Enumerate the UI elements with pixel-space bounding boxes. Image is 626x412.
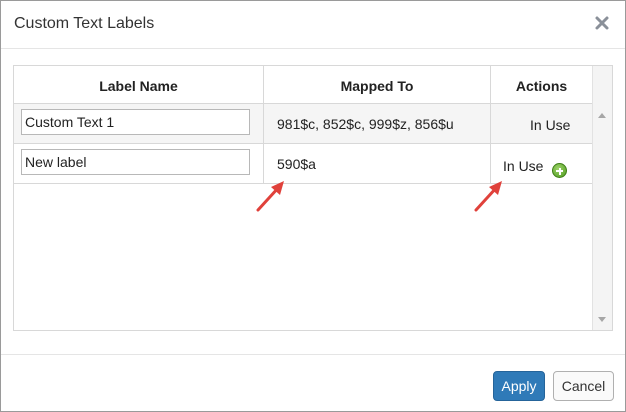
label-name-input[interactable] bbox=[21, 109, 250, 135]
table-row: 981$c, 852$c, 999$z, 856$u In Use bbox=[14, 104, 593, 144]
close-icon[interactable] bbox=[593, 14, 611, 32]
dialog-title-bar: Custom Text Labels bbox=[1, 1, 625, 49]
vertical-scrollbar[interactable] bbox=[592, 66, 612, 330]
mapped-to-cell: 981$c, 852$c, 999$z, 856$u bbox=[264, 104, 491, 144]
labels-grid: Label Name Mapped To Actions 981$c, 852$… bbox=[13, 65, 613, 331]
add-circle-icon[interactable] bbox=[552, 163, 567, 178]
in-use-status: In Use bbox=[503, 158, 544, 174]
column-header-label-name[interactable]: Label Name bbox=[14, 66, 264, 104]
label-name-input[interactable] bbox=[21, 149, 250, 175]
mapped-to-value: 590$a bbox=[277, 156, 316, 172]
cancel-button[interactable]: Cancel bbox=[553, 371, 614, 401]
mapped-to-value: 981$c, 852$c, 999$z, 856$u bbox=[277, 116, 454, 132]
apply-button[interactable]: Apply bbox=[493, 371, 545, 401]
in-use-status: In Use bbox=[530, 117, 571, 133]
column-header-mapped-to[interactable]: Mapped To bbox=[264, 66, 491, 104]
red-arrow-icon bbox=[474, 181, 502, 212]
dialog-title: Custom Text Labels bbox=[14, 15, 155, 32]
column-header-actions[interactable]: Actions bbox=[491, 66, 593, 104]
custom-text-labels-dialog: Custom Text Labels Label Name Mapped To … bbox=[0, 0, 626, 412]
label-name-cell bbox=[14, 144, 264, 184]
mapped-to-cell: 590$a bbox=[264, 144, 491, 184]
actions-cell: In Use bbox=[491, 104, 593, 144]
scroll-down-arrow-icon[interactable] bbox=[598, 317, 606, 322]
label-name-cell bbox=[14, 104, 264, 144]
scroll-up-arrow-icon[interactable] bbox=[598, 113, 606, 118]
dialog-footer: Apply Cancel bbox=[1, 354, 625, 412]
red-arrow-icon bbox=[256, 181, 284, 212]
